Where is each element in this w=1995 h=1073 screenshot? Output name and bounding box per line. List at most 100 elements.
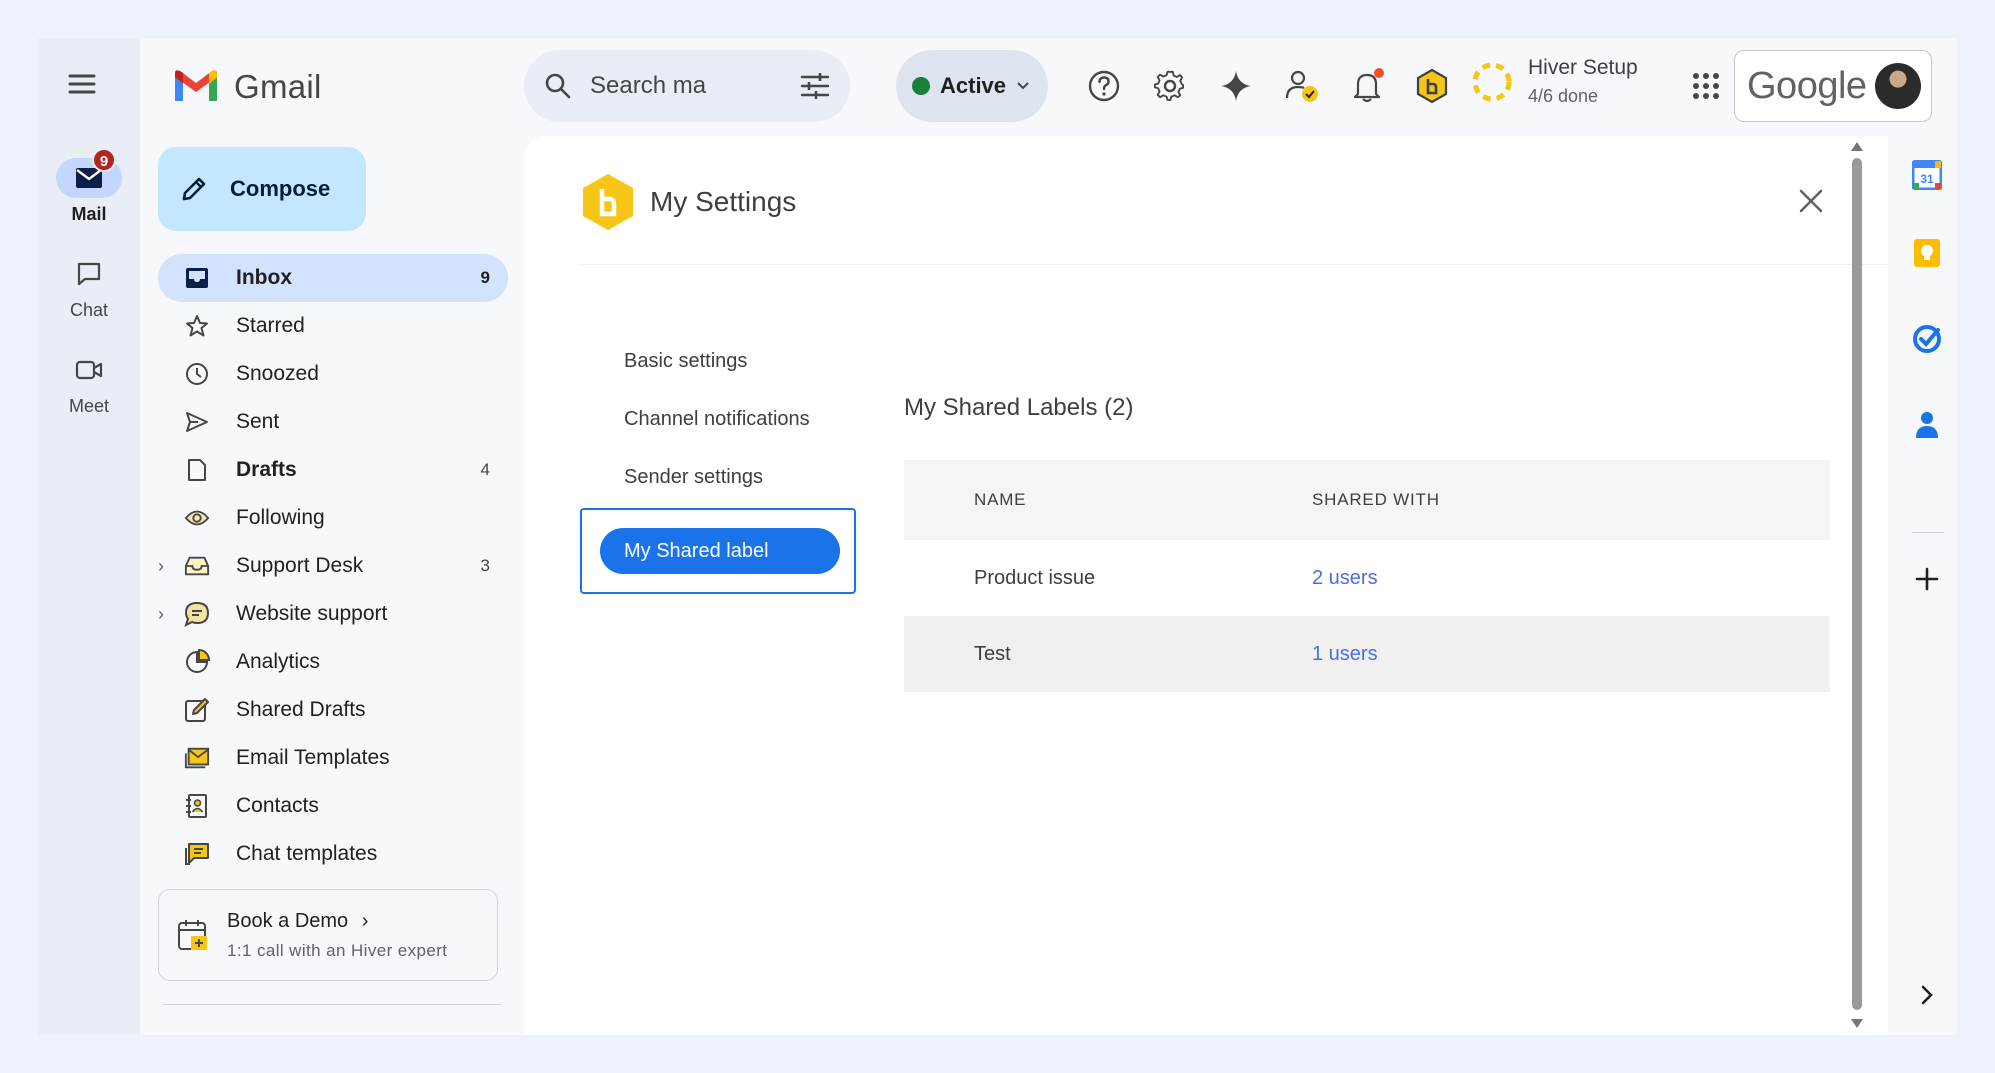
apps-grid-icon <box>1693 73 1719 99</box>
scroll-up-icon[interactable] <box>1850 140 1864 152</box>
menu-item-channel-notifications[interactable]: Channel notifications <box>580 390 856 448</box>
chat-icon <box>77 262 101 286</box>
tasks-button[interactable] <box>1910 322 1944 356</box>
keep-icon <box>1914 239 1940 267</box>
template-icon <box>184 747 210 769</box>
search-icon <box>545 73 571 99</box>
gmail-m-icon <box>175 70 217 101</box>
hiver-setup-progress[interactable]: Hiver Setup 4/6 done <box>1470 56 1638 107</box>
menu-item-basic-settings[interactable]: Basic settings <box>580 332 856 390</box>
gmail-logo[interactable]: Gmail <box>172 68 322 106</box>
google-wordmark: Google <box>1747 64 1867 107</box>
rail-label-chat: Chat <box>69 300 109 320</box>
assignee-button[interactable] <box>1282 66 1322 106</box>
nav-item-contacts[interactable]: Contacts <box>158 782 508 830</box>
hiver-logo-icon <box>1416 69 1448 103</box>
rail-label-mail: Mail <box>71 204 107 224</box>
nav-item-snoozed[interactable]: Snoozed <box>158 350 508 398</box>
column-header-shared-with: SHARED WITH <box>1312 490 1440 509</box>
label-name: Test <box>974 642 1011 665</box>
divider <box>1912 532 1944 533</box>
user-check-icon <box>1285 70 1318 102</box>
gemini-button[interactable] <box>1216 66 1256 106</box>
settings-button[interactable] <box>1150 66 1190 106</box>
rail-item-meet[interactable]: Meet <box>38 350 140 417</box>
bell-icon <box>1353 68 1384 103</box>
close-icon <box>1799 189 1823 213</box>
compose-button[interactable]: Compose <box>158 147 366 231</box>
settings-panel: My Settings Basic settings Channel notif… <box>524 136 1888 1035</box>
search-bar[interactable]: Search ma <box>524 50 850 122</box>
scroll-down-icon[interactable] <box>1850 1018 1864 1030</box>
contacts-icon <box>186 794 207 818</box>
shared-labels-table: NAME SHARED WITH Product issue 2 users T… <box>904 460 1830 692</box>
rail-item-chat[interactable]: Chat <box>38 254 140 321</box>
settings-menu: Basic settings Channel notifications Sen… <box>580 332 856 594</box>
calendar-icon: 31 <box>1912 160 1942 190</box>
contacts-button[interactable] <box>1910 408 1944 442</box>
rail-label-meet: Meet <box>68 396 110 416</box>
calendar-add-icon <box>178 920 207 950</box>
gear-icon <box>1153 70 1185 101</box>
account-switcher[interactable]: Google <box>1734 50 1932 122</box>
setup-title: Hiver Setup <box>1528 56 1638 79</box>
hiver-logo-icon <box>583 174 633 230</box>
book-demo-card[interactable]: Book a Demo › 1:1 call with an Hiver exp… <box>158 889 498 981</box>
chevron-right-icon: › <box>361 909 369 932</box>
menu-item-my-shared-label[interactable]: My Shared label <box>600 528 840 574</box>
demo-subtitle: 1:1 call with an Hiver expert <box>227 940 448 960</box>
avatar <box>1875 63 1921 109</box>
send-icon <box>186 412 208 432</box>
calendar-button[interactable]: 31 <box>1910 158 1944 192</box>
rail-item-mail[interactable]: 9 Mail <box>38 148 140 225</box>
close-button[interactable] <box>1796 186 1826 216</box>
status-selector[interactable]: Active <box>896 50 1048 122</box>
status-dot <box>912 77 930 95</box>
help-icon <box>1088 70 1120 102</box>
hamburger-icon <box>68 74 96 94</box>
add-addon-button[interactable] <box>1910 562 1944 596</box>
nav-item-starred[interactable]: Starred <box>158 302 508 350</box>
nav-item-sent[interactable]: Sent <box>158 398 508 446</box>
search-options-icon[interactable] <box>800 73 830 99</box>
section-title: My Shared Labels (2) <box>904 394 1134 421</box>
plus-icon <box>1915 567 1939 591</box>
svg-text:31: 31 <box>1920 172 1934 186</box>
expand-panel-button[interactable] <box>1910 978 1944 1012</box>
chevron-down-icon <box>1017 82 1029 90</box>
nav-count: 3 <box>480 556 490 575</box>
panel-scrollbar[interactable] <box>1850 140 1864 1030</box>
chevron-right-icon[interactable]: › <box>158 556 164 577</box>
clock-icon <box>186 363 208 385</box>
chevron-right-icon[interactable]: › <box>158 604 164 625</box>
app-frame: 9 Mail Chat Meet Gmail Search ma Active … <box>38 38 1957 1035</box>
edit-icon <box>185 698 209 722</box>
draft-icon <box>188 459 206 481</box>
nav-item-website-support[interactable]: › Website support <box>158 590 508 638</box>
mail-unread-badge: 9 <box>92 148 116 172</box>
nav-item-chat-templates[interactable]: Chat templates <box>158 830 508 878</box>
sparkle-icon <box>1221 71 1251 101</box>
nav-item-email-templates[interactable]: Email Templates <box>158 734 508 782</box>
nav-item-shared-drafts[interactable]: Shared Drafts <box>158 686 508 734</box>
nav-item-following[interactable]: Following <box>158 494 508 542</box>
search-input[interactable]: Search ma <box>590 72 800 100</box>
main-menu-button[interactable] <box>66 68 98 100</box>
menu-item-sender-settings[interactable]: Sender settings <box>580 448 856 506</box>
scrollbar-thumb[interactable] <box>1852 158 1862 1010</box>
nav-item-analytics[interactable]: Analytics <box>158 638 508 686</box>
app-rail: 9 Mail Chat Meet <box>38 38 140 1035</box>
apps-button[interactable] <box>1686 66 1726 106</box>
person-icon <box>1916 412 1938 438</box>
keep-button[interactable] <box>1910 236 1944 270</box>
shared-users-link[interactable]: 2 users <box>1312 567 1378 589</box>
hiver-button[interactable] <box>1412 66 1452 106</box>
table-row: Test 1 users <box>904 616 1830 692</box>
table-header: NAME SHARED WITH <box>904 460 1830 540</box>
nav-item-drafts[interactable]: Drafts 4 <box>158 446 508 494</box>
shared-users-link[interactable]: 1 users <box>1312 643 1378 665</box>
nav-item-inbox[interactable]: Inbox 9 <box>158 254 508 302</box>
help-button[interactable] <box>1084 66 1124 106</box>
nav-item-support-desk[interactable]: › Support Desk 3 <box>158 542 508 590</box>
notifications-button[interactable] <box>1348 66 1388 106</box>
